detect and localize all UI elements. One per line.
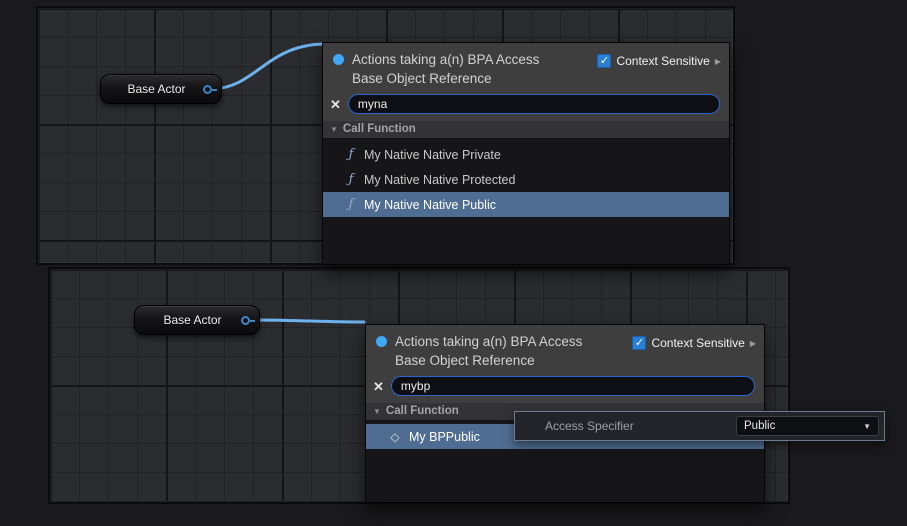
menu-header: Actions taking a(n) BPA Access Base Obje… [323, 43, 729, 91]
blueprint-editor: Base Actor Base Actor Actions taking a(n… [0, 0, 907, 526]
menu-title-line1: Actions taking a(n) BPA Access [395, 332, 582, 351]
node-base-actor-top[interactable]: Base Actor [100, 74, 222, 104]
clear-search-icon[interactable]: ✕ [373, 380, 384, 393]
object-output-pin-icon[interactable] [241, 316, 250, 325]
access-specifier-dropdown[interactable]: Public ▼ [736, 416, 879, 436]
blueprint-function-icon: ◇ [389, 430, 401, 444]
category-label: Call Function [386, 405, 459, 417]
category-call-function[interactable]: ▼ Call Function [323, 121, 729, 139]
search-input[interactable] [348, 94, 720, 114]
list-item-my-native-native-public[interactable]: ƒ My Native Native Public [323, 192, 729, 217]
triangle-down-icon: ▼ [373, 407, 381, 416]
action-list: ƒ My Native Native Private ƒ My Native N… [323, 139, 729, 264]
list-item-label: My Native Native Protected [364, 173, 515, 187]
access-specifier-tooltip: Access Specifier Public ▼ [514, 411, 885, 441]
menu-title-line1: Actions taking a(n) BPA Access [352, 50, 539, 69]
search-row: ✕ [323, 91, 729, 121]
access-specifier-label: Access Specifier [515, 419, 634, 433]
function-icon: ƒ [346, 197, 356, 212]
list-item-my-native-native-protected[interactable]: ƒ My Native Native Protected [323, 167, 729, 192]
object-pin-icon [376, 336, 387, 347]
function-icon: ƒ [346, 147, 356, 162]
search-row: ✕ [366, 373, 764, 403]
menu-title: Actions taking a(n) BPA Access Base Obje… [395, 332, 582, 370]
clear-search-icon[interactable]: ✕ [330, 98, 341, 111]
menu-title-line2: Base Object Reference [395, 351, 582, 370]
menu-title-line2: Base Object Reference [352, 69, 539, 88]
list-item-label: My BPPublic [409, 430, 480, 444]
list-item-label: My Native Native Private [364, 148, 501, 162]
list-item-my-native-native-private[interactable]: ƒ My Native Native Private [323, 142, 729, 167]
node-title: Base Actor [110, 82, 203, 96]
dropdown-value: Public [744, 420, 775, 432]
function-icon: ƒ [346, 172, 356, 187]
menu-header: Actions taking a(n) BPA Access Base Obje… [366, 325, 764, 373]
triangle-down-icon: ▼ [330, 125, 338, 134]
node-title: Base Actor [144, 313, 241, 327]
object-pin-icon [333, 54, 344, 65]
node-base-actor-bottom[interactable]: Base Actor [134, 305, 260, 335]
chevron-right-icon[interactable]: ▶ [715, 57, 721, 66]
context-sensitive-label[interactable]: Context Sensitive [616, 54, 709, 68]
menu-title: Actions taking a(n) BPA Access Base Obje… [352, 50, 539, 88]
object-output-pin-icon[interactable] [203, 85, 212, 94]
context-action-menu-top: Actions taking a(n) BPA Access Base Obje… [322, 42, 730, 265]
chevron-right-icon[interactable]: ▶ [750, 339, 756, 348]
context-sensitive-checkbox[interactable]: ✓ [597, 54, 611, 68]
context-sensitive-label[interactable]: Context Sensitive [651, 336, 744, 350]
list-item-label: My Native Native Public [364, 198, 496, 212]
category-label: Call Function [343, 123, 416, 135]
context-sensitive-checkbox[interactable]: ✓ [632, 336, 646, 350]
chevron-down-icon: ▼ [863, 422, 871, 431]
search-input[interactable] [391, 376, 755, 396]
